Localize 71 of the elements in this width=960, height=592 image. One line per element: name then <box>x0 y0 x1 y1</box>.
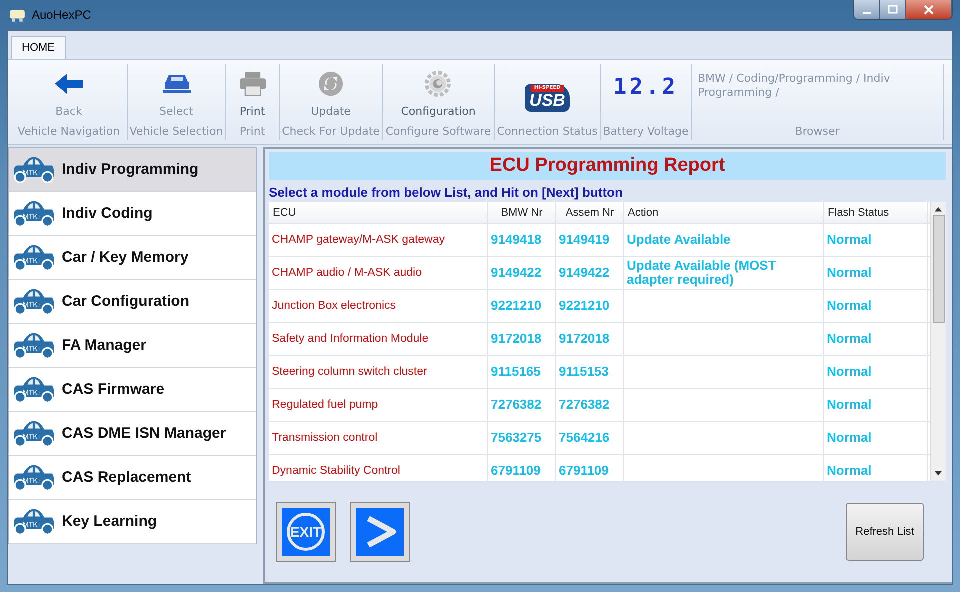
table-cell: 7563275 <box>488 422 556 454</box>
print-button[interactable]: Print <box>232 69 272 120</box>
table-cell: Regulated fuel pump <box>269 389 488 421</box>
table-cell: Normal <box>824 290 928 322</box>
scroll-up-icon[interactable] <box>935 207 942 212</box>
table-cell: CHAMP audio / M-ASK audio <box>269 257 488 289</box>
scrollbar[interactable] <box>930 202 946 481</box>
table-cell: Normal <box>824 257 928 289</box>
group-caption: Browser <box>795 125 840 140</box>
refresh-list-button[interactable]: Refresh List <box>846 503 924 561</box>
report-title: ECU Programming Report <box>269 152 946 180</box>
group-caption: Battery Voltage <box>603 125 689 140</box>
app-icon <box>9 8 26 22</box>
table-cell: Normal <box>824 422 928 454</box>
table-cell: Update Available (MOST adapter required) <box>624 257 824 289</box>
table-cell: 7564216 <box>556 422 624 454</box>
table-cell: Normal <box>824 389 928 421</box>
table-cell: Transmission control <box>269 422 488 454</box>
group-caption: Vehicle Navigation <box>18 125 120 140</box>
window-title: AuoHexPC <box>32 8 92 22</box>
group-caption: Configure Software <box>386 125 492 140</box>
table-cell: 7276382 <box>488 389 556 421</box>
ribbon-tab[interactable]: HOME <box>11 36 66 59</box>
maximize-icon <box>888 4 898 14</box>
arrow-left-icon <box>53 71 85 97</box>
minimize-icon <box>862 12 870 14</box>
table-cell: 9149418 <box>488 224 556 256</box>
table-cell: 9172018 <box>488 323 556 355</box>
configuration-button[interactable]: Configuration <box>397 69 480 120</box>
table-cell: 9221210 <box>556 290 624 322</box>
table-cell: 6791109 <box>556 455 624 481</box>
exit-button[interactable]: EXIT <box>277 503 335 561</box>
table-cell: CHAMP gateway/M-ASK gateway <box>269 224 488 256</box>
table-cell: Steering column switch cluster <box>269 356 488 388</box>
table-cell: 9115153 <box>556 356 624 388</box>
column-header: Flash Status <box>824 202 928 223</box>
close-button[interactable] <box>906 0 952 19</box>
table-cell: Dynamic Stability Control <box>269 455 488 481</box>
table-cell: 9149419 <box>556 224 624 256</box>
table-cell: 9115165 <box>488 356 556 388</box>
update-button[interactable]: Update <box>307 69 355 120</box>
maximize-button[interactable] <box>880 0 906 19</box>
table-cell: Normal <box>824 323 928 355</box>
next-button[interactable] <box>351 503 409 561</box>
table-cell: Update Available <box>624 224 824 256</box>
column-header: Action <box>624 202 824 223</box>
table-cell: Junction Box electronics <box>269 290 488 322</box>
group-caption: Check For Update <box>282 125 380 140</box>
breadcrumb-path: BMW / Coding/Programming / Indiv Programming / <box>697 71 892 100</box>
table-cell: 9172018 <box>556 323 624 355</box>
scroll-down-icon[interactable] <box>935 471 942 476</box>
scrollbar-thumb[interactable] <box>932 215 944 323</box>
table-cell: 7276382 <box>556 389 624 421</box>
column-header: ECU <box>269 202 488 223</box>
voltage-reading: 12.2 <box>614 75 678 100</box>
column-header: Assem Nr <box>556 202 624 223</box>
table-cell: Normal <box>824 224 928 256</box>
table-cell: Normal <box>824 455 928 481</box>
table-cell: 9149422 <box>488 257 556 289</box>
instruction-text: Select a module from below List, and Hit on [Next] button <box>269 184 624 202</box>
column-header: BMW Nr <box>488 202 556 223</box>
group-caption: Print <box>240 125 266 140</box>
table-cell: 9221210 <box>488 290 556 322</box>
table-cell: Normal <box>824 356 928 388</box>
group-caption: Vehicle Selection <box>130 125 224 140</box>
table-cell: 6791109 <box>488 455 556 481</box>
group-caption: Connection Status <box>497 125 598 140</box>
minimize-button[interactable] <box>854 0 880 19</box>
table-cell: 9149422 <box>556 257 624 289</box>
table-cell: Safety and Information Module <box>269 323 488 355</box>
close-icon <box>924 4 934 14</box>
